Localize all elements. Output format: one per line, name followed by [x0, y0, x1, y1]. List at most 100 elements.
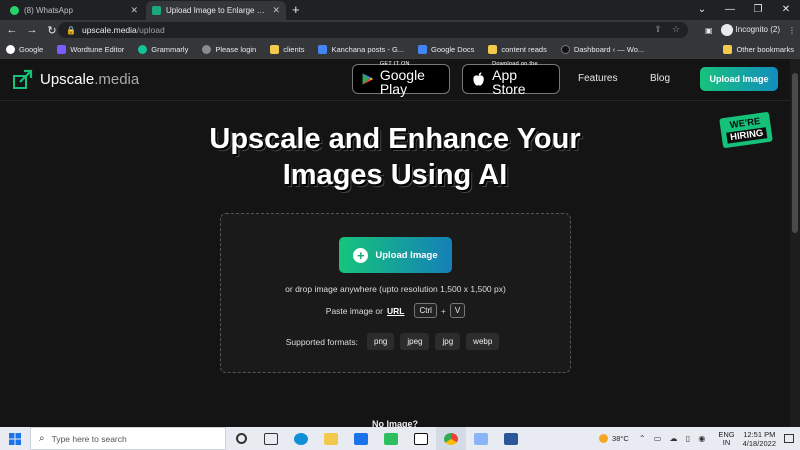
page-title: Upscale and Enhance Your Images Using AI — [0, 121, 790, 193]
system-tray: 38°C ⌃ ▭ ☁ ▯ ◉ ENG IN 12:51 PM 4/18/2022 — [599, 427, 800, 450]
language-indicator[interactable]: ENG IN — [718, 430, 734, 447]
lock-icon[interactable]: 🔒 — [66, 26, 76, 35]
bookmark-dashboard[interactable]: Dashboard ‹ — Wo... — [560, 44, 644, 54]
bookmark-wordtune[interactable]: Wordtune Editor — [57, 44, 125, 54]
header-upload-button[interactable]: Upload Image — [700, 67, 778, 91]
bookmark-label: clients — [283, 44, 305, 54]
google-play-button[interactable]: GET IT ON Google Play — [352, 61, 450, 98]
lang-line2: IN — [722, 437, 731, 447]
close-window-icon[interactable]: ✕ — [772, 0, 800, 20]
new-tab-button[interactable]: + — [292, 2, 300, 18]
upload-button-label: Upload Image — [375, 249, 438, 261]
grammarly-icon — [138, 44, 148, 54]
share-icon[interactable]: ⇪ — [654, 24, 662, 35]
maximize-icon[interactable]: ❐ — [744, 0, 772, 20]
back-icon[interactable]: ← — [4, 24, 20, 36]
bookmark-content-reads[interactable]: content reads — [488, 44, 547, 54]
folder-icon — [723, 45, 733, 54]
tray-icons[interactable]: ⌃ ▭ ☁ ▯ ◉ — [639, 434, 709, 443]
evernote-icon[interactable] — [376, 427, 406, 450]
windows-start-icon[interactable] — [0, 432, 30, 445]
key-plus: + — [440, 305, 446, 316]
chrome-icon[interactable] — [436, 427, 466, 450]
no-image-heading: No Image? — [371, 419, 418, 427]
bookmark-label: Wordtune Editor — [70, 44, 125, 54]
close-icon[interactable]: ✕ — [272, 5, 280, 16]
site-logo[interactable]: Upscale .media — [12, 68, 139, 90]
browser-toolbar: ← → ↻ 🔒 upscale.media/upload ⇪ ☆ ▣ Incog… — [0, 20, 800, 40]
wordtune-icon — [57, 44, 67, 54]
other-bookmarks[interactable]: Other bookmarks — [723, 40, 794, 59]
notification-icon[interactable] — [784, 434, 794, 443]
hero-line2: Images Using AI — [282, 159, 508, 191]
close-icon[interactable]: ✕ — [130, 5, 138, 16]
notion-icon[interactable] — [406, 427, 436, 450]
taskbar-search-input[interactable]: ⌕ Type here to search — [30, 427, 226, 450]
profile-button[interactable]: Incognito (2) — [720, 24, 780, 36]
edge-icon[interactable] — [286, 427, 316, 450]
google-play-label: Google Play — [379, 67, 425, 98]
minimize-icon[interactable]: — — [716, 0, 744, 20]
format-badge: png — [367, 333, 395, 350]
docs-icon — [418, 44, 428, 54]
bookmark-clients[interactable]: clients — [270, 44, 305, 54]
supported-formats: Supported formats: png jpeg jpg webp — [221, 333, 570, 350]
tab-title: (8) WhatsApp — [24, 6, 73, 15]
nav-blog[interactable]: Blog — [650, 73, 670, 84]
bookmark-label: content reads — [501, 44, 547, 54]
cortana-icon[interactable] — [226, 427, 256, 450]
upload-dropzone[interactable]: + Upload Image or drop image anywhere (u… — [220, 213, 571, 373]
tab-upscale[interactable]: Upload Image to Enlarge & Enha ✕ — [146, 1, 286, 20]
folder-icon — [488, 44, 498, 54]
formats-label: Supported formats: — [285, 336, 358, 347]
star-icon[interactable]: ☆ — [672, 24, 680, 35]
ctrl-key: Ctrl — [414, 303, 437, 318]
word-icon[interactable] — [496, 427, 526, 450]
drop-hint: or drop image anywhere (upto resolution … — [285, 284, 506, 294]
bookmark-kanchana-posts[interactable]: Kanchana posts - G... — [318, 44, 405, 54]
bookmark-google-docs[interactable]: Google Docs — [418, 44, 475, 54]
paint-icon[interactable] — [466, 427, 496, 450]
bookmark-google[interactable]: Google — [6, 44, 44, 54]
file-explorer-icon[interactable] — [316, 427, 346, 450]
url-path: /upload — [136, 25, 165, 35]
other-bookmarks-label: Other bookmarks — [736, 45, 794, 54]
bookmark-label: Please login — [215, 44, 257, 54]
chevron-down-icon[interactable]: ⌄ — [688, 0, 716, 20]
clock[interactable]: 12:51 PM 4/18/2022 — [743, 430, 776, 448]
address-bar[interactable]: 🔒 upscale.media/upload ⇪ ☆ — [58, 22, 688, 38]
globe-icon — [202, 44, 212, 54]
app-store-button[interactable]: Download on the App Store — [462, 61, 560, 96]
hero-line1: Upscale and Enhance Your — [209, 123, 581, 155]
v-key: V — [449, 303, 466, 318]
bookmark-label: Google — [19, 44, 44, 54]
url-host: upscale.media — [81, 25, 137, 35]
task-view-icon[interactable] — [256, 427, 286, 450]
bookmark-please-login[interactable]: Please login — [202, 44, 257, 54]
forward-icon[interactable]: → — [24, 24, 40, 36]
upscale-logo-icon — [13, 69, 33, 89]
format-badge: webp — [466, 333, 500, 350]
tab-whatsapp[interactable]: (8) WhatsApp ✕ — [4, 1, 144, 20]
paste-row: Paste image or URL Ctrl + V — [221, 303, 570, 318]
nav-features[interactable]: Features — [578, 73, 617, 84]
page-scrollbar[interactable] — [790, 59, 800, 427]
menu-icon[interactable]: ⋮ — [788, 26, 796, 35]
upload-image-button[interactable]: + Upload Image — [339, 237, 452, 273]
bookmark-label: Grammarly — [151, 44, 189, 54]
window-controls: ⌄ — ❐ ✕ — [688, 0, 800, 20]
site-header: Upscale .media GET IT ON Google Play Down… — [0, 59, 790, 101]
google-icon — [6, 44, 15, 54]
scrollbar-thumb[interactable] — [792, 73, 798, 233]
tab-title: Upload Image to Enlarge & Enha — [166, 6, 266, 15]
sidebar-icon[interactable]: ▣ — [705, 26, 713, 35]
mail-icon[interactable] — [346, 427, 376, 450]
logo-text: Upscale — [40, 70, 95, 88]
bookmark-label: Google Docs — [431, 44, 475, 54]
apple-icon — [473, 72, 484, 86]
weather-widget[interactable]: 38°C — [599, 434, 629, 443]
bookmark-label: Kanchana posts - G... — [331, 44, 405, 54]
paste-url-link[interactable]: URL — [387, 306, 404, 316]
bookmark-grammarly[interactable]: Grammarly — [138, 44, 189, 54]
google-play-icon — [362, 73, 374, 85]
